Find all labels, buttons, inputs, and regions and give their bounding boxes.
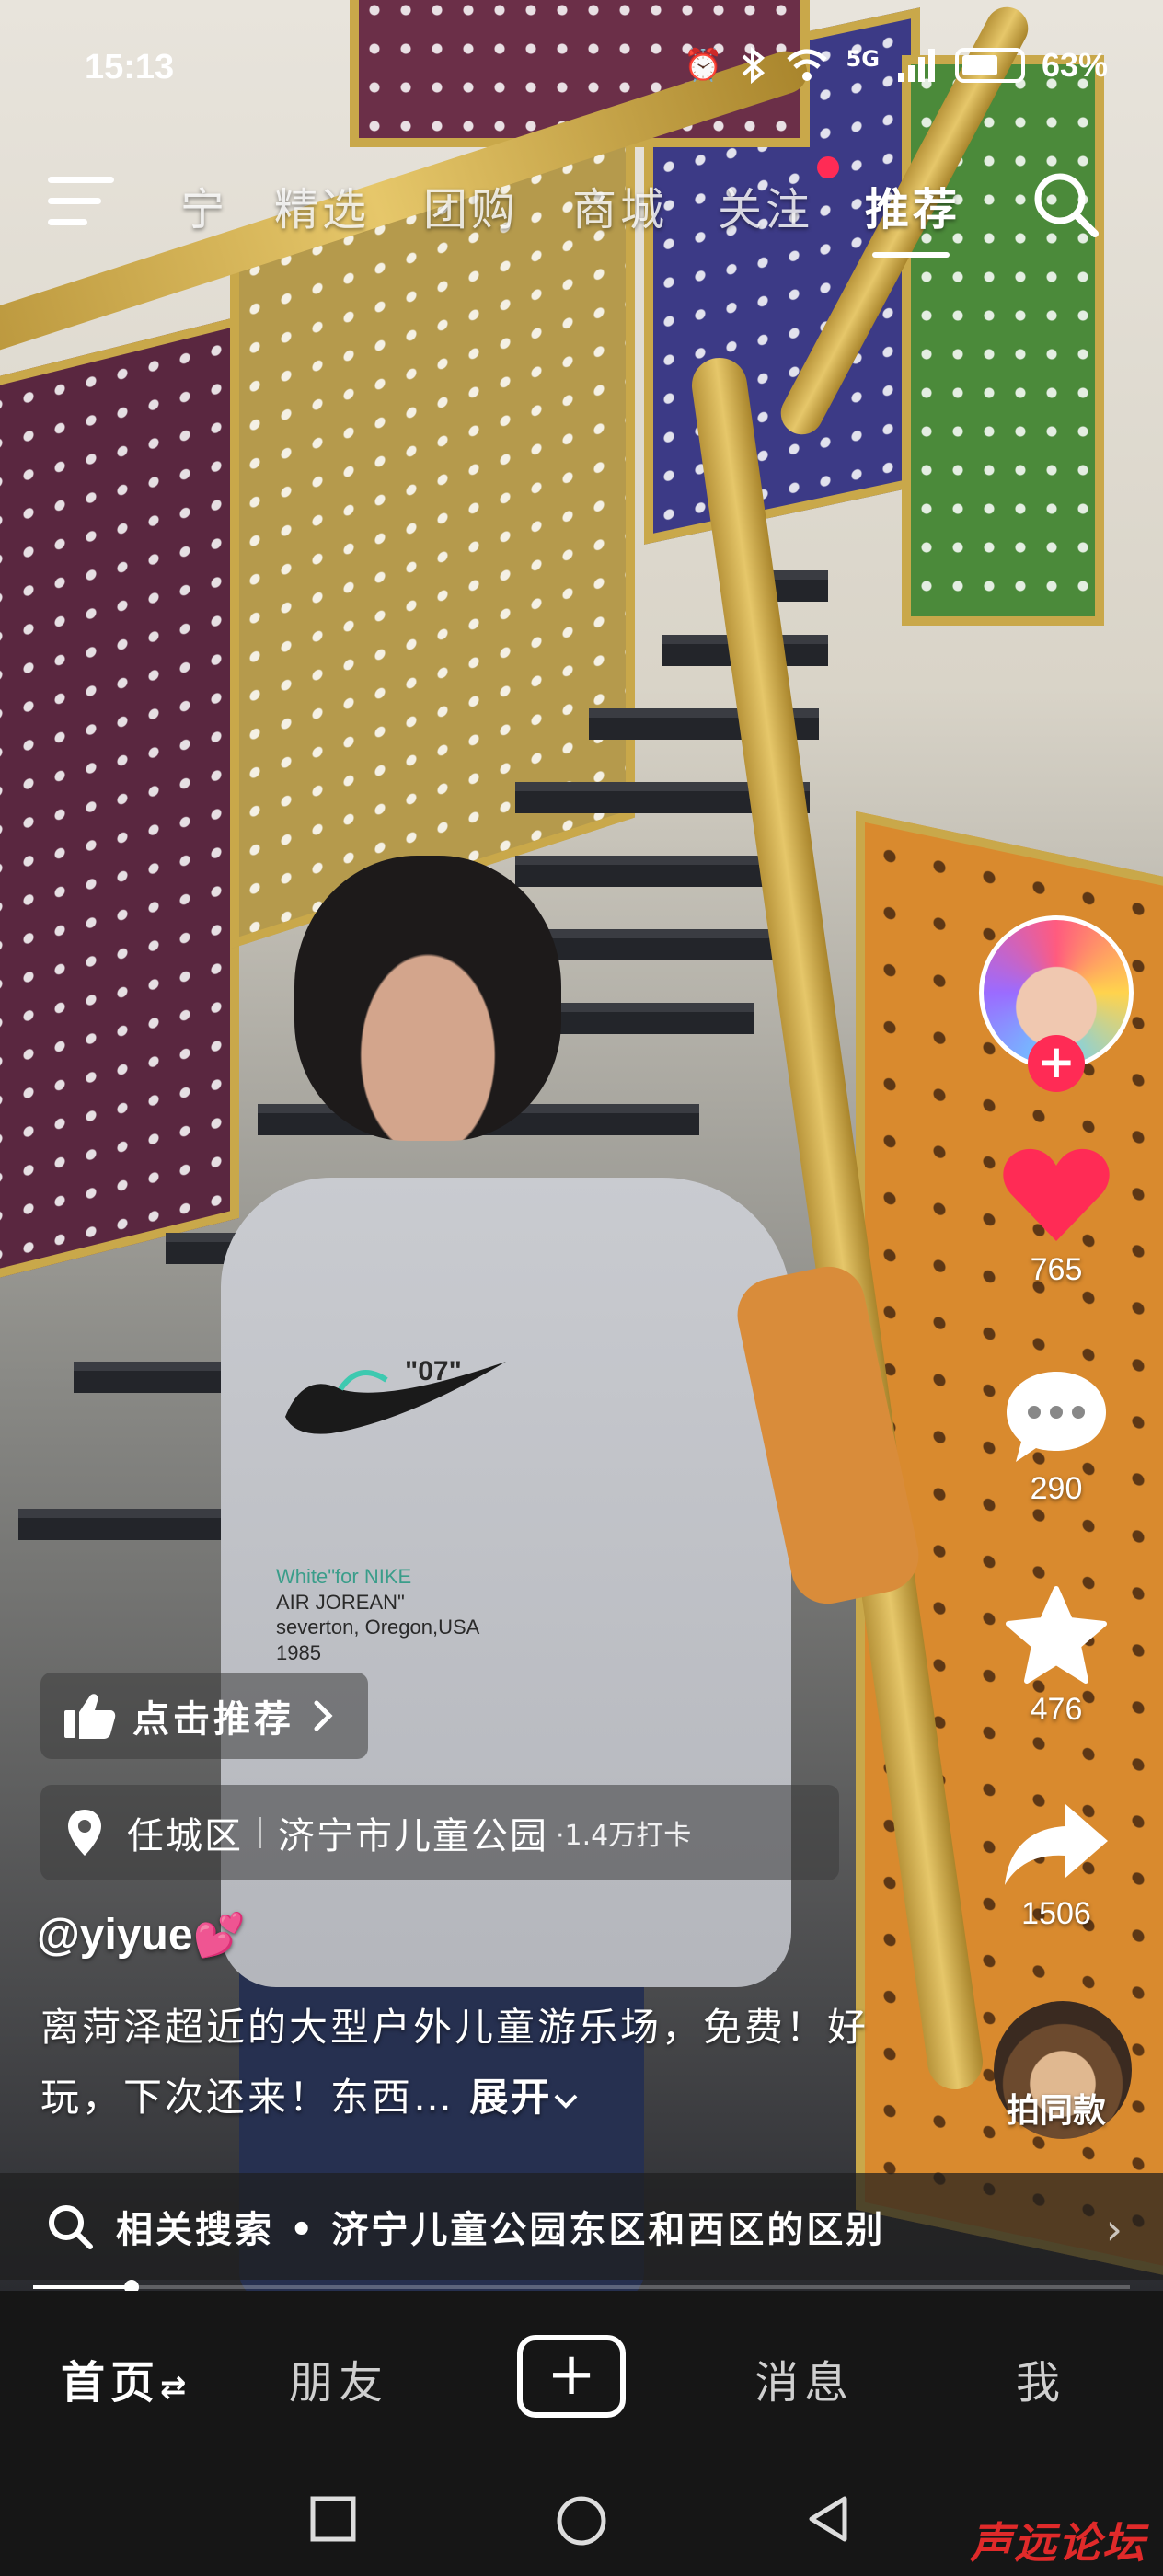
nike-swoosh-print: [285, 1362, 506, 1434]
follow-plus-button[interactable]: +: [1028, 1035, 1085, 1092]
chevron-down-icon: [554, 2094, 578, 2109]
location-district: 任城区: [127, 1815, 243, 1857]
location-checkins: ·1.4万打卡: [556, 1820, 692, 1852]
chevron-right-icon: [314, 1700, 333, 1731]
tab-following[interactable]: 关注: [718, 173, 813, 237]
location-place: 济宁市儿童公园: [278, 1815, 548, 1857]
sweatshirt-print-text: "07" White"for NIKE AIR JOREAN" severton…: [276, 1356, 480, 1665]
battery-icon: [954, 48, 1025, 83]
related-search-bar[interactable]: 相关搜索 • 济宁儿童公园东区和西区的区别 ›: [0, 2173, 1163, 2280]
nav-me[interactable]: 我: [1016, 2346, 1065, 2410]
alarm-icon: ⏰: [684, 47, 723, 84]
share-count: 1506: [1021, 1896, 1091, 1931]
share-button[interactable]: 1506: [975, 1799, 1137, 1932]
shirt-line: AIR JOREAN": [276, 1590, 405, 1614]
location-tag[interactable]: 任城区 济宁市儿童公园 ·1.4万打卡: [40, 1785, 839, 1880]
search-icon[interactable]: [1029, 167, 1102, 241]
child-head: [294, 856, 561, 1141]
bluetooth-icon: [742, 47, 765, 84]
battery-percent: 63%: [1041, 46, 1108, 84]
nav-home-label: 首页: [61, 2357, 161, 2409]
network-type: 5G: [846, 46, 880, 72]
top-tab-nav: 宁 精选 团购 商城 关注 推荐: [0, 156, 1163, 267]
stair-step: [515, 856, 791, 887]
nav-home[interactable]: 首页⇄: [61, 2346, 192, 2410]
heart-icon: [1003, 1148, 1110, 1241]
following-notification-dot: [817, 156, 839, 178]
signal-icon: [897, 49, 935, 82]
nav-messages[interactable]: 消息: [754, 2346, 854, 2410]
comment-button[interactable]: 290: [975, 1366, 1137, 1507]
menu-icon[interactable]: [48, 177, 114, 232]
status-time: 15:13: [85, 48, 175, 86]
shirt-number: "07": [405, 1356, 462, 1386]
search-icon: [49, 2205, 93, 2249]
stair-step: [18, 1509, 221, 1540]
share-arrow-icon: [1005, 1804, 1108, 1885]
bottom-nav: 首页⇄ 朋友 + 消息 我: [0, 2291, 1163, 2466]
shirt-line: White"for NIKE: [276, 1565, 412, 1588]
active-tab-indicator: [872, 252, 950, 258]
thumbs-up-icon: [64, 1694, 116, 1739]
shirt-line: 1985: [276, 1640, 321, 1664]
shirt-line: severton, Oregon,USA: [276, 1616, 480, 1639]
chevron-right-icon: ›: [1105, 2204, 1123, 2254]
nav-friends[interactable]: 朋友: [289, 2346, 388, 2410]
author-name: @yiyue: [37, 1911, 193, 1960]
status-icons: ⏰ 5G 63%: [684, 46, 1108, 85]
tab-featured[interactable]: 精选: [274, 173, 370, 237]
location-pin-icon: [68, 1810, 101, 1856]
wifi-icon: [786, 49, 827, 81]
star-icon: [1006, 1586, 1107, 1684]
comment-icon: [1007, 1372, 1106, 1462]
like-count: 765: [1030, 1252, 1083, 1287]
tab-recommend[interactable]: 推荐: [865, 173, 961, 237]
swap-icon: ⇄: [160, 2369, 192, 2406]
expand-button[interactable]: 展开: [469, 2075, 580, 2120]
recent-apps-icon[interactable]: [307, 2493, 359, 2545]
like-button[interactable]: 765: [975, 1145, 1137, 1288]
progress-fill: [33, 2285, 132, 2289]
favorite-button[interactable]: 476: [975, 1585, 1137, 1728]
author-handle[interactable]: @yiyue💕: [37, 1910, 246, 1961]
location-separator: [259, 1817, 261, 1848]
tab-city[interactable]: 宁: [180, 173, 228, 237]
favorite-count: 476: [1030, 1692, 1083, 1727]
forum-watermark: 声远论坛: [970, 2518, 1146, 2568]
recommend-label: 点击推荐: [132, 1698, 294, 1741]
same-style-label[interactable]: 拍同款: [975, 2084, 1137, 2132]
tab-group-buy[interactable]: 团购: [423, 173, 519, 237]
video-progress-bar[interactable]: [33, 2280, 1130, 2294]
video-description[interactable]: 离菏泽超近的大型户外儿童游乐场，免费！好玩，下次还来！东西… 展开: [40, 1993, 887, 2133]
expand-label: 展开: [469, 2075, 553, 2120]
tab-mall[interactable]: 商城: [572, 173, 668, 237]
related-search-text: 相关搜索 • 济宁儿童公园东区和西区的区别: [116, 2209, 886, 2251]
system-nav-bar: 声远论坛: [0, 2466, 1163, 2576]
comment-count: 290: [1030, 1471, 1083, 1506]
home-icon[interactable]: [554, 2493, 609, 2548]
recommend-button[interactable]: 点击推荐: [40, 1673, 368, 1759]
battery-level-fill: [961, 55, 997, 75]
description-text: 离菏泽超近的大型户外儿童游乐场，免费！好玩，下次还来！东西…: [40, 2005, 869, 2120]
create-button[interactable]: +: [517, 2335, 626, 2418]
status-bar: 15:13 ⏰ 5G 63%: [0, 0, 1163, 138]
back-icon[interactable]: [802, 2493, 854, 2545]
railing-panel-purple: [0, 316, 239, 1285]
hearts-emoji-icon: 💕: [192, 1911, 246, 1959]
